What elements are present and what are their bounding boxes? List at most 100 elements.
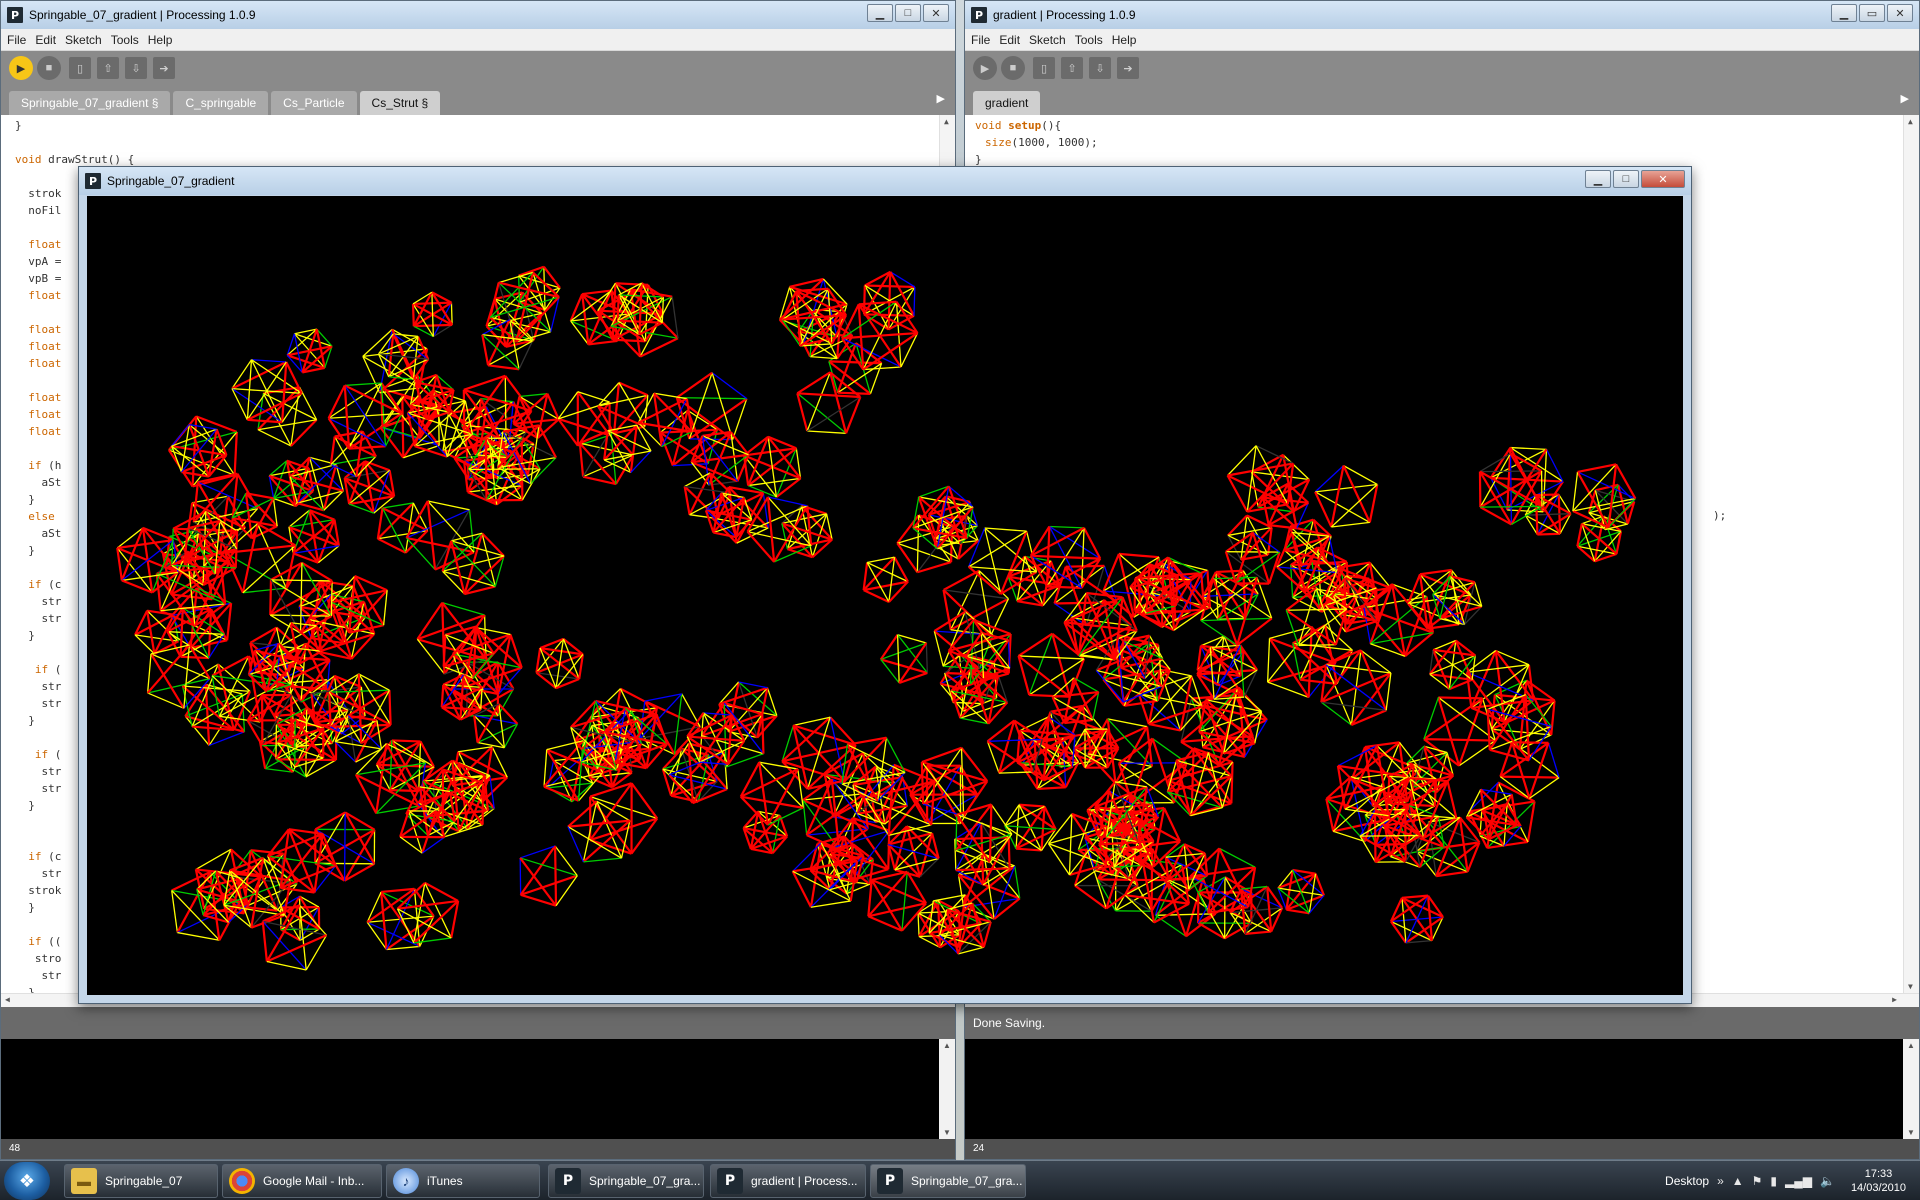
taskbar-item-chrome[interactable]: Google Mail - Inb...: [222, 1164, 382, 1198]
tab-c-springable[interactable]: C_springable: [173, 91, 269, 115]
right-editor-vscroll[interactable]: ▲ ▼: [1903, 115, 1919, 993]
minimize-button[interactable]: ▁: [1585, 170, 1611, 188]
tab-cs-strut[interactable]: Cs_Strut §: [359, 91, 441, 115]
strut-line: [863, 366, 902, 371]
start-button[interactable]: ❖: [4, 1162, 50, 1200]
code-text: (1000, 1000);: [1011, 136, 1098, 149]
chevron-right-icon[interactable]: »: [1717, 1174, 1724, 1188]
menu-help[interactable]: Help: [148, 33, 173, 47]
strut-line: [630, 782, 659, 820]
strut-line: [191, 416, 198, 487]
taskbar-item-processing-2[interactable]: P gradient | Process...: [710, 1164, 866, 1198]
tab-springable-07-gradient[interactable]: Springable_07_gradient §: [9, 91, 171, 115]
strut-line: [867, 879, 873, 917]
action-center-flag-icon[interactable]: ⚑: [1752, 1174, 1763, 1188]
taskbar-item-folder[interactable]: ▬ Springable_07: [64, 1164, 218, 1198]
menu-help[interactable]: Help: [1112, 33, 1137, 47]
code-line: size(1000, 1000);: [965, 134, 1919, 151]
code-text: (){: [1041, 119, 1062, 132]
close-button[interactable]: ✕: [1887, 4, 1913, 22]
strut-line: [195, 848, 232, 870]
run-button[interactable]: ▶: [9, 56, 33, 80]
sketch-window-titlebar[interactable]: P Springable_07_gradient ▁ □ ✕: [79, 167, 1691, 195]
processing-logo-icon: P: [85, 173, 101, 189]
strut-line: [171, 890, 179, 933]
menu-tools[interactable]: Tools: [111, 33, 139, 47]
strut-line: [1254, 711, 1263, 744]
taskbar-item-processing-3[interactable]: P Springable_07_gra...: [870, 1164, 1026, 1198]
taskbar-item-processing-1[interactable]: P Springable_07_gra...: [548, 1164, 704, 1198]
strut-line: [1315, 483, 1378, 493]
strut-line: [1074, 884, 1107, 910]
export-button[interactable]: ➔: [1117, 57, 1139, 79]
code-keyword: float: [28, 357, 62, 370]
code-keyword: if: [28, 578, 42, 591]
strut-line: [917, 561, 952, 574]
strut-line: [925, 642, 928, 673]
save-button[interactable]: ⇩: [1089, 57, 1111, 79]
maximize-button[interactable]: □: [1613, 170, 1639, 188]
stop-button[interactable]: ■: [37, 56, 61, 80]
left-console: ▲ ▼: [1, 1039, 955, 1139]
strut-line: [362, 356, 381, 393]
strut-line: [711, 372, 748, 400]
strut-line: [810, 355, 838, 360]
export-button[interactable]: ➔: [153, 57, 175, 79]
tab-menu-arrow-icon[interactable]: ▶: [937, 92, 945, 105]
open-button[interactable]: ⇧: [1061, 57, 1083, 79]
power-icon[interactable]: ▮: [1770, 1174, 1777, 1188]
minimize-button[interactable]: ▁: [867, 4, 893, 22]
taskbar-item-itunes[interactable]: ♪ iTunes: [386, 1164, 540, 1198]
save-button[interactable]: ⇩: [125, 57, 147, 79]
restore-button[interactable]: ▭: [1859, 4, 1885, 22]
strut-line: [796, 393, 809, 432]
menu-file[interactable]: File: [971, 33, 990, 47]
menu-edit[interactable]: Edit: [35, 33, 56, 47]
left-console-scrollbar[interactable]: ▲ ▼: [939, 1039, 955, 1139]
maximize-button[interactable]: □: [895, 4, 921, 22]
new-button[interactable]: ▯: [69, 57, 91, 79]
strut-line: [943, 569, 980, 591]
strut-line: [676, 396, 747, 400]
strut-line: [450, 302, 453, 325]
minimize-button[interactable]: ▁: [1831, 4, 1857, 22]
clock[interactable]: 17:33 14/03/2010: [1851, 1167, 1906, 1195]
taskbar-item-label: Google Mail - Inb...: [263, 1174, 365, 1188]
strut-line: [1018, 655, 1084, 660]
strut-line: [862, 332, 919, 371]
right-window-titlebar[interactable]: P gradient | Processing 1.0.9 ▁ ▭ ✕: [965, 1, 1919, 29]
strut-line: [543, 266, 546, 310]
menu-tools[interactable]: Tools: [1075, 33, 1103, 47]
menu-sketch[interactable]: Sketch: [1029, 33, 1066, 47]
processing-logo-icon: P: [7, 7, 23, 23]
left-window-titlebar[interactable]: P Springable_07_gradient | Processing 1.…: [1, 1, 955, 29]
new-button[interactable]: ▯: [1033, 57, 1055, 79]
strut-line: [896, 634, 900, 684]
show-hidden-icons-icon[interactable]: ▲: [1732, 1174, 1744, 1188]
right-window-title: gradient | Processing 1.0.9: [993, 8, 1136, 22]
strut-line: [1528, 742, 1550, 799]
strut-line: [401, 396, 405, 458]
tab-cs-particle[interactable]: Cs_Particle: [271, 91, 357, 115]
volume-icon[interactable]: 🔈: [1820, 1174, 1835, 1188]
network-icon[interactable]: ▂▄▆: [1785, 1174, 1812, 1188]
open-button[interactable]: ⇧: [97, 57, 119, 79]
menu-sketch[interactable]: Sketch: [65, 33, 102, 47]
sketch-canvas[interactable]: [87, 196, 1683, 995]
tab-gradient[interactable]: gradient: [973, 91, 1041, 115]
right-console-scrollbar[interactable]: ▲ ▼: [1903, 1039, 1919, 1139]
strut-line: [596, 800, 623, 859]
strut-line: [1342, 465, 1371, 523]
menu-edit[interactable]: Edit: [999, 33, 1020, 47]
strut-line: [1268, 637, 1310, 698]
menu-file[interactable]: File: [7, 33, 26, 47]
desktop-toolbar-label[interactable]: Desktop: [1665, 1174, 1709, 1188]
tab-menu-arrow-icon[interactable]: ▶: [1901, 92, 1909, 105]
stop-button[interactable]: ■: [1001, 56, 1025, 80]
close-button[interactable]: ✕: [1641, 170, 1685, 188]
run-button[interactable]: ▶: [973, 56, 997, 80]
strut-line: [1331, 521, 1370, 528]
strut-line: [431, 292, 435, 337]
close-button[interactable]: ✕: [923, 4, 949, 22]
strut-line: [612, 338, 646, 343]
